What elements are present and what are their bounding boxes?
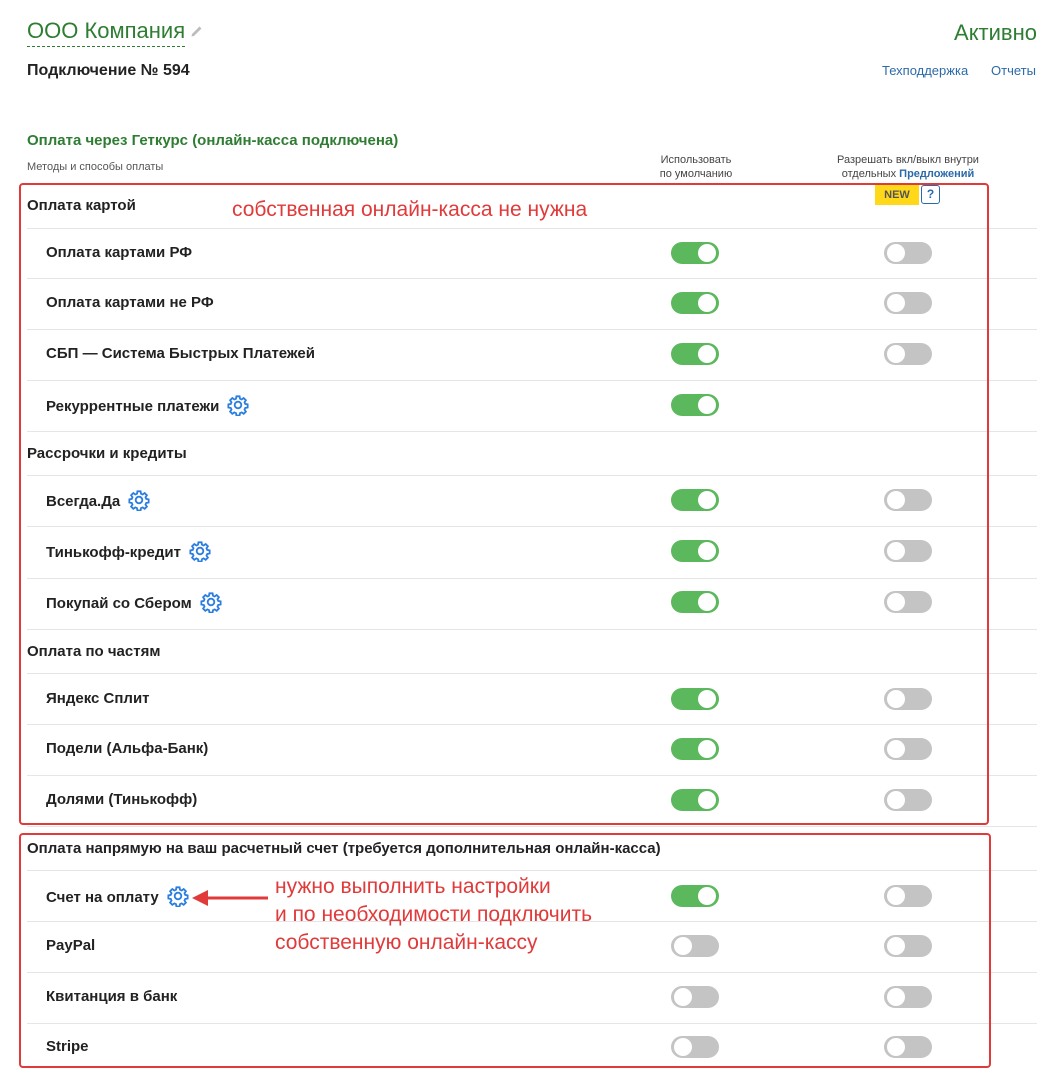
annotation-line: и по необходимости подключить	[275, 903, 593, 926]
arrow-icon	[192, 890, 268, 906]
col-allow-header: Разрешать вкл/выкл внутри отдельных Пред…	[818, 153, 998, 181]
offers-link[interactable]: Предложений	[899, 168, 974, 180]
support-link[interactable]: Техподдержка	[882, 63, 968, 78]
status-label: Активно	[954, 20, 1037, 45]
annotation-top: собственная онлайн-касса не нужна	[232, 198, 588, 221]
col-default-header: Использовать по умолчанию	[646, 153, 746, 181]
col-default-line2: по умолчанию	[659, 168, 733, 180]
highlight-box-getcourse	[19, 183, 989, 825]
methods-label: Методы и способы оплаты	[27, 161, 164, 173]
col-allow-line2: отдельных	[841, 168, 897, 180]
page-title: Подключение № 594	[27, 62, 190, 79]
company-name[interactable]: ООО Компания	[27, 18, 186, 47]
annotation-bottom: нужно выполнить настройки и по необходим…	[275, 873, 592, 957]
col-allow-line1: Разрешать вкл/выкл внутри	[837, 154, 979, 166]
reports-link[interactable]: Отчеты	[991, 63, 1036, 78]
col-default-line1: Использовать	[660, 154, 732, 166]
annotation-line: нужно выполнить настройки	[275, 875, 551, 898]
pencil-icon[interactable]	[190, 24, 204, 38]
section-title: Оплата через Геткурс (онлайн-касса подкл…	[27, 132, 399, 149]
annotation-line: собственную онлайн-кассу	[275, 931, 538, 954]
divider	[27, 826, 1037, 827]
